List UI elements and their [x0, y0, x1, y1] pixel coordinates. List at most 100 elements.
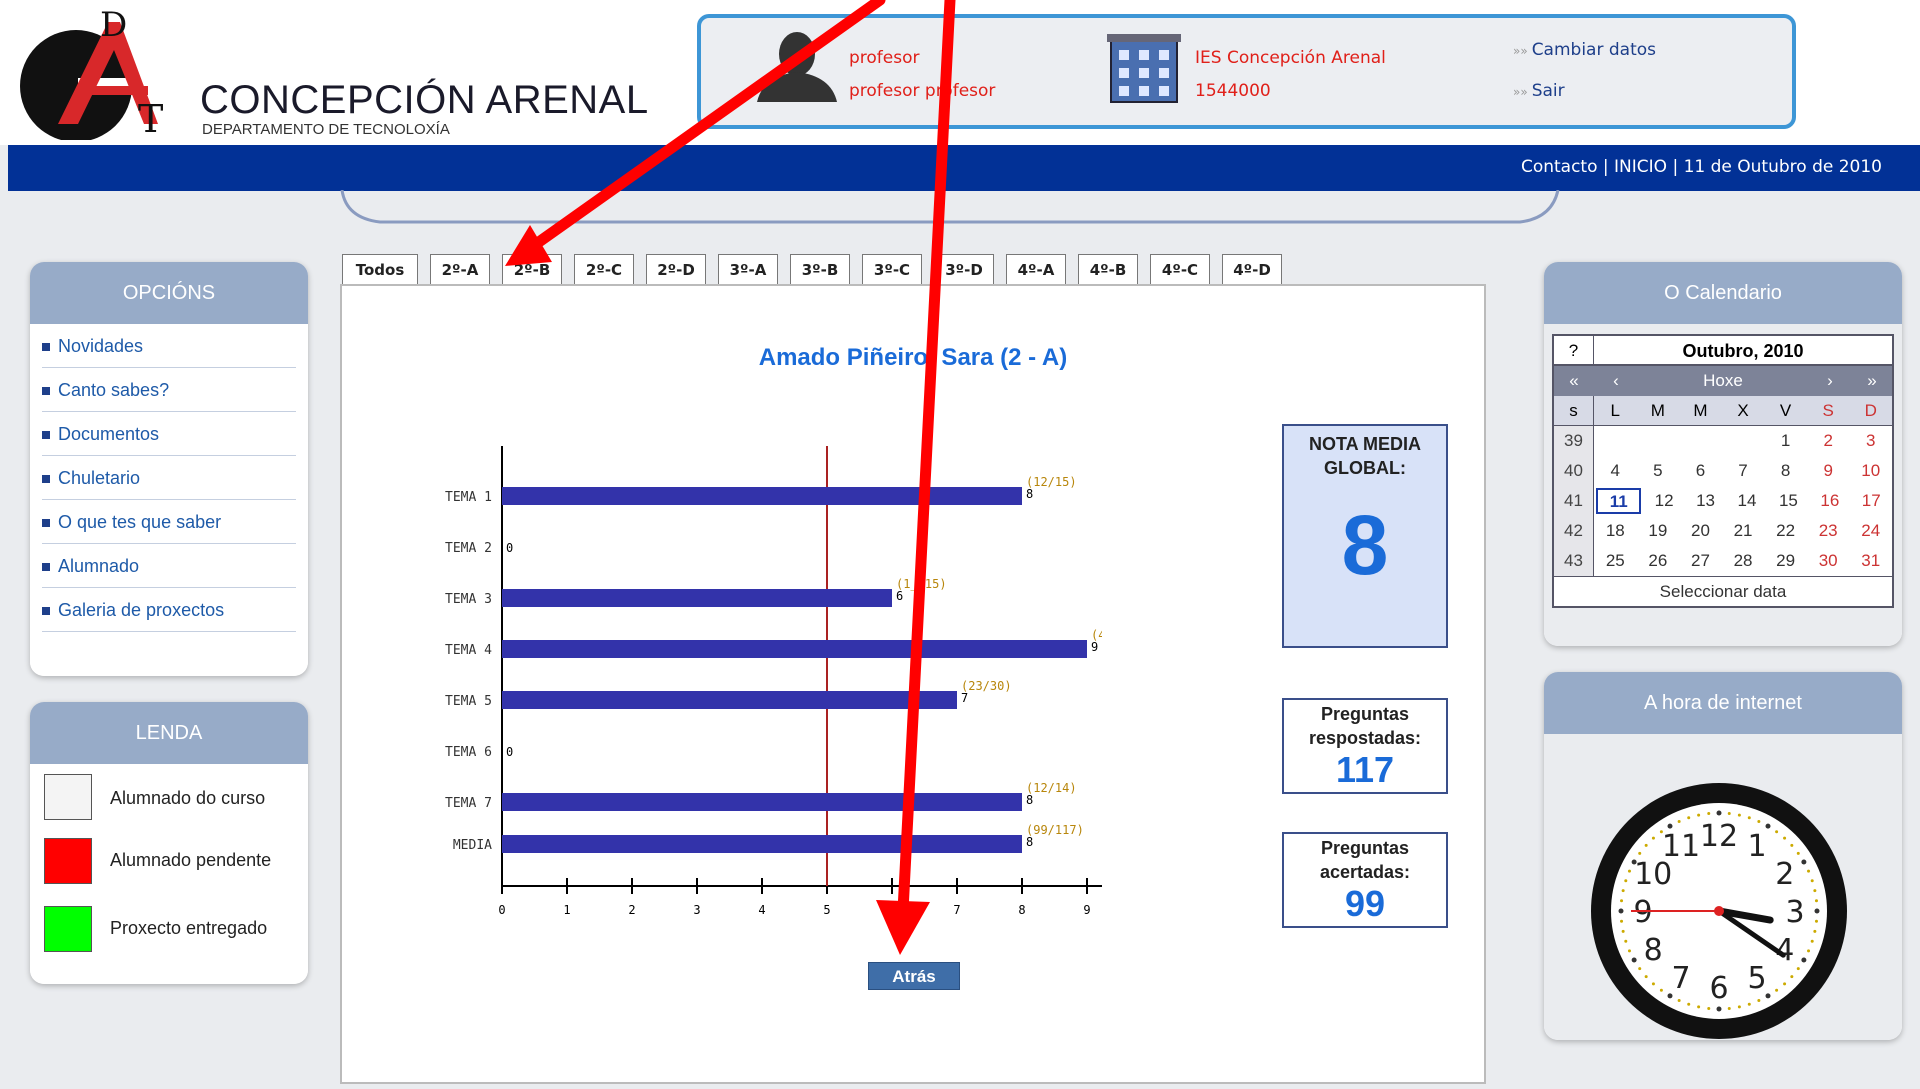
- tab-3-b[interactable]: 3º-B: [790, 254, 850, 285]
- clock-tick: [1807, 949, 1811, 953]
- calendar-day-cell[interactable]: 9: [1807, 456, 1850, 486]
- calendar-day-cell[interactable]: 24: [1849, 516, 1892, 546]
- clock-tick: [1747, 816, 1751, 820]
- calendar-day-cell[interactable]: 25: [1594, 546, 1637, 576]
- clock-tick: [1807, 869, 1811, 873]
- menu-item-o-que-tes-que-saber[interactable]: O que tes que saber: [42, 500, 296, 544]
- chart-fraction-label: (99/117): [1026, 823, 1084, 837]
- school-name: IES Concepción Arenal: [1195, 48, 1386, 68]
- calendar-day-cell[interactable]: 5: [1637, 456, 1680, 486]
- calendar-day-cell[interactable]: 10: [1849, 456, 1892, 486]
- tab-todos[interactable]: Todos: [342, 254, 418, 287]
- user-avatar-icon: [757, 32, 837, 102]
- calendar-day-cell[interactable]: 3: [1849, 426, 1892, 456]
- calendar-day-cell[interactable]: 12: [1643, 486, 1684, 516]
- chart-bar: [502, 640, 1087, 658]
- svg-text:D: D: [100, 5, 127, 45]
- clock-tick: [1677, 819, 1681, 823]
- calendar-day-cell[interactable]: 26: [1637, 546, 1680, 576]
- correct-answers-box: Preguntas acertadas: 99: [1282, 832, 1448, 928]
- calendar-day-cell[interactable]: 2: [1807, 426, 1850, 456]
- username: profesor: [849, 48, 920, 68]
- calendar-day-cell[interactable]: 30: [1807, 546, 1850, 576]
- change-data-link[interactable]: »» Cambiar datos: [1513, 40, 1656, 60]
- clock-tick: [1651, 982, 1655, 986]
- clock-tick: [1747, 1002, 1751, 1006]
- calendar-day-cell[interactable]: 27: [1679, 546, 1722, 576]
- clock-tick: [1618, 908, 1624, 914]
- brand-title: CONCEPCIÓN ARENAL: [200, 78, 649, 122]
- tab-2-c[interactable]: 2º-C: [574, 254, 634, 285]
- calendar-day-cell[interactable]: 16: [1809, 486, 1850, 516]
- clock-tick: [1624, 879, 1628, 883]
- calendar-day-cell[interactable]: 8: [1764, 456, 1807, 486]
- navbar-links[interactable]: Contacto | INICIO | 11 de Outubro de 201…: [1521, 157, 1882, 177]
- legend-item: Alumnado do curso: [30, 774, 308, 838]
- calendar-day-cell[interactable]: 14: [1726, 486, 1767, 516]
- clock-tick: [1627, 949, 1631, 953]
- calendar-day-cell[interactable]: 1: [1764, 426, 1807, 456]
- legend-swatch-project: [44, 906, 92, 952]
- calendar-help-button[interactable]: ?: [1554, 336, 1594, 364]
- menu-item-galeria[interactable]: Galeria de proxectos: [42, 588, 296, 632]
- calendar-day-cell[interactable]: 18: [1594, 516, 1637, 546]
- calendar-prev-month-button[interactable]: ‹: [1594, 366, 1638, 396]
- clock-tick: [1716, 1006, 1722, 1012]
- menu-item-documentos[interactable]: Documentos: [42, 412, 296, 456]
- tab-2-a[interactable]: 2º-A: [430, 254, 490, 285]
- menu-item-canto-sabes[interactable]: Canto sabes?: [42, 368, 296, 412]
- tab-3-a[interactable]: 3º-A: [718, 254, 778, 285]
- clock-tick: [1737, 813, 1741, 817]
- calendar-weekday-header: M: [1650, 401, 1665, 420]
- calendar-day-cell[interactable]: 31: [1849, 546, 1892, 576]
- calendar-day-cell[interactable]: 29: [1764, 546, 1807, 576]
- tab-2-b[interactable]: 2º-B: [502, 254, 562, 285]
- calendar-day-cell[interactable]: 19: [1637, 516, 1680, 546]
- calendar-day-cell[interactable]: 6: [1679, 456, 1722, 486]
- menu-item-chuletario[interactable]: Chuletario: [42, 456, 296, 500]
- tab-2-d[interactable]: 2º-D: [646, 254, 706, 285]
- logout-link[interactable]: »» Sair: [1513, 81, 1565, 101]
- legend-item: Alumnado pendente: [30, 838, 308, 902]
- calendar-day-cell[interactable]: 4: [1594, 456, 1637, 486]
- clock-tick: [1677, 999, 1681, 1003]
- calendar-today-cell[interactable]: 11: [1596, 488, 1642, 514]
- chart-category-label: MEDIA: [453, 838, 492, 853]
- tab-4-c[interactable]: 4º-C: [1150, 254, 1210, 285]
- menu-item-alumnado[interactable]: Alumnado: [42, 544, 296, 588]
- clock-tick: [1737, 1005, 1741, 1009]
- tab-3-d[interactable]: 3º-D: [934, 254, 994, 285]
- calendar-day-cell[interactable]: 20: [1679, 516, 1722, 546]
- calendar-today-button[interactable]: Hoxe: [1638, 366, 1808, 396]
- legend-panel: LENDA Alumnado do curso Alumnado pendent…: [30, 702, 308, 984]
- calendar-day-cell[interactable]: 7: [1722, 456, 1765, 486]
- tab-3-c[interactable]: 3º-C: [862, 254, 922, 285]
- chart-x-tick-label: 2: [628, 903, 635, 917]
- tab-4-a[interactable]: 4º-A: [1006, 254, 1066, 285]
- clock-tick: [1814, 908, 1820, 914]
- clock-numeral: 2: [1775, 857, 1794, 892]
- calendar-day-cell[interactable]: 21: [1722, 516, 1765, 546]
- tab-4-b[interactable]: 4º-B: [1078, 254, 1138, 285]
- chart-category-label: TEMA 1: [445, 490, 492, 505]
- calendar-week-number: 41: [1554, 486, 1594, 516]
- bullet-icon: [42, 387, 50, 396]
- legend-item: Proxecto entregado: [30, 902, 308, 966]
- calendar-day-cell[interactable]: 23: [1807, 516, 1850, 546]
- back-button[interactable]: Atrás: [868, 962, 960, 990]
- calendar-day-cell[interactable]: 13: [1685, 486, 1726, 516]
- calendar-day-cell[interactable]: 17: [1851, 486, 1892, 516]
- calendar-day-cell[interactable]: 22: [1764, 516, 1807, 546]
- site-logo[interactable]: D T: [8, 4, 188, 140]
- calendar-day-cell[interactable]: 15: [1768, 486, 1809, 516]
- calendar-next-year-button[interactable]: »: [1852, 366, 1892, 396]
- user-info-box: profesor profesor profesor IES Concepció…: [697, 14, 1796, 129]
- calendar-day-cell: [1637, 426, 1680, 456]
- bullet-icon: [42, 475, 50, 484]
- calendar-prev-year-button[interactable]: «: [1554, 366, 1594, 396]
- calendar-next-month-button[interactable]: ›: [1808, 366, 1852, 396]
- tab-4-d[interactable]: 4º-D: [1222, 254, 1282, 285]
- menu-item-novidades[interactable]: Novidades: [42, 324, 296, 368]
- calendar-day-cell[interactable]: 28: [1722, 546, 1765, 576]
- clock-numeral: 8: [1644, 933, 1663, 968]
